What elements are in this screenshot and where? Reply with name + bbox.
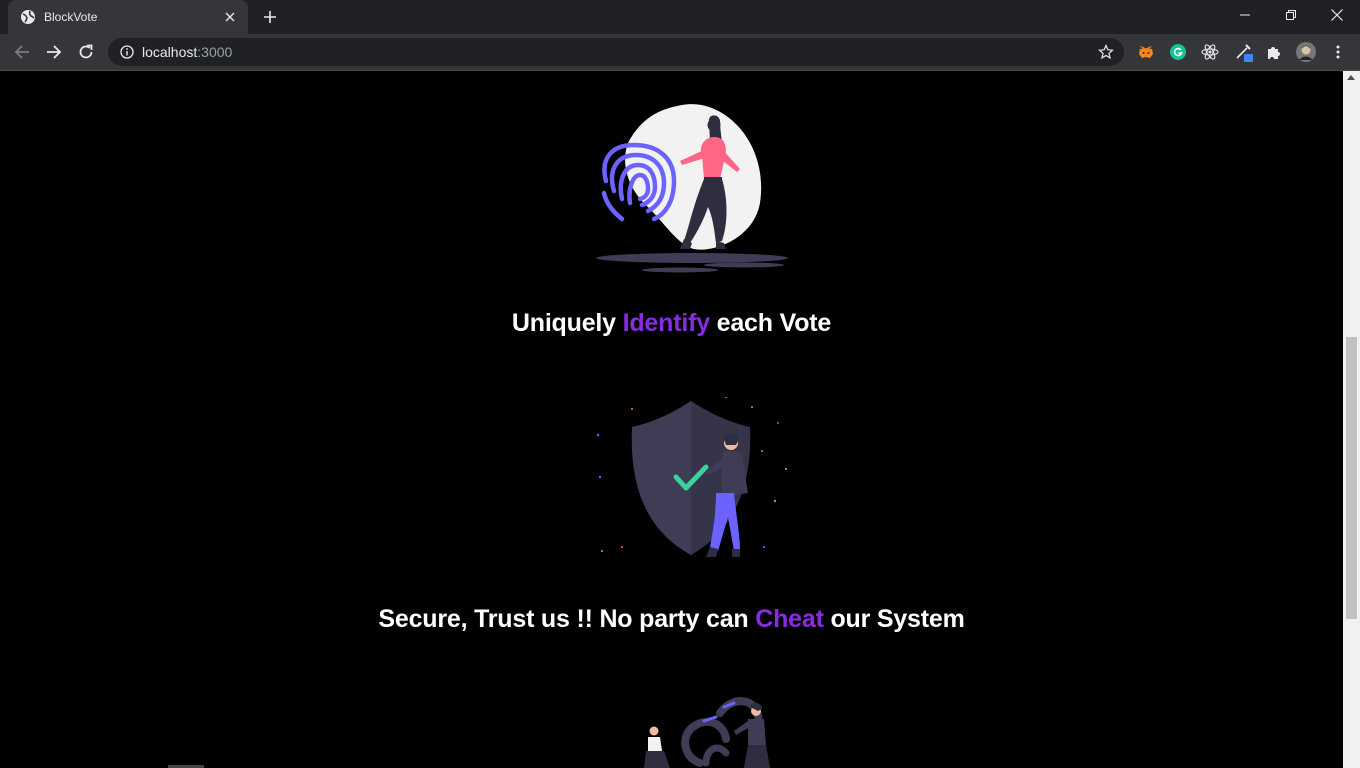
secure-shield-illustration [596,397,788,557]
fingerprint-illustration [596,104,788,273]
feature-2-text-before: Secure, Trust us !! No party can [378,605,756,633]
feature-1-text-before: Uniquely [511,309,623,337]
globe-favicon-icon [20,9,36,25]
url-host: localhost [142,44,198,60]
tab-title: BlockVote [44,10,98,24]
bookmark-star-icon[interactable] [1098,44,1114,60]
feature-title-identify: Uniquely Identify each Vote [0,309,1343,338]
extensions-puzzle-icon[interactable] [1264,42,1284,62]
browser-toolbar: localhost:3000 [0,34,1360,70]
url-port: :3000 [197,44,233,60]
info-icon[interactable] [120,45,134,59]
feature-2-text-after: our System [823,605,965,633]
restore-icon[interactable] [1268,0,1314,30]
feature-1-accent: Identify [622,309,710,337]
address-bar[interactable]: localhost:3000 [108,38,1124,66]
react-devtools-icon[interactable] [1200,42,1220,62]
scroll-up-arrow-icon[interactable] [1347,75,1355,80]
color-picker-icon[interactable] [1234,42,1254,62]
minimize-icon[interactable] [1222,0,1268,30]
metamask-icon[interactable] [1136,42,1156,62]
back-icon[interactable] [8,38,36,66]
chain-people-illustration [644,697,770,768]
avatar[interactable] [1296,42,1316,62]
close-tab-icon[interactable] [222,9,238,25]
feature-2-accent: Cheat [755,605,824,633]
close-window-icon[interactable] [1314,0,1360,30]
new-tab-plus-icon[interactable] [260,7,280,27]
page-content: Uniquely Identify each Vote Secure, Trus… [0,71,1343,768]
feature-title-secure: Secure, Trust us !! No party can Cheat o… [0,605,1343,634]
title-bar: BlockVote [0,0,1360,34]
feature-1-text-after: each Vote [709,309,832,337]
chrome-menu-icon[interactable] [1328,42,1348,62]
browser-tab[interactable]: BlockVote [8,0,248,34]
url-text: localhost:3000 [142,44,232,60]
page-scrollbar[interactable] [1343,71,1360,768]
grammarly-icon[interactable] [1168,42,1188,62]
reload-icon[interactable] [72,38,100,66]
forward-icon[interactable] [40,38,68,66]
scrollbar-thumb[interactable] [1346,337,1357,619]
